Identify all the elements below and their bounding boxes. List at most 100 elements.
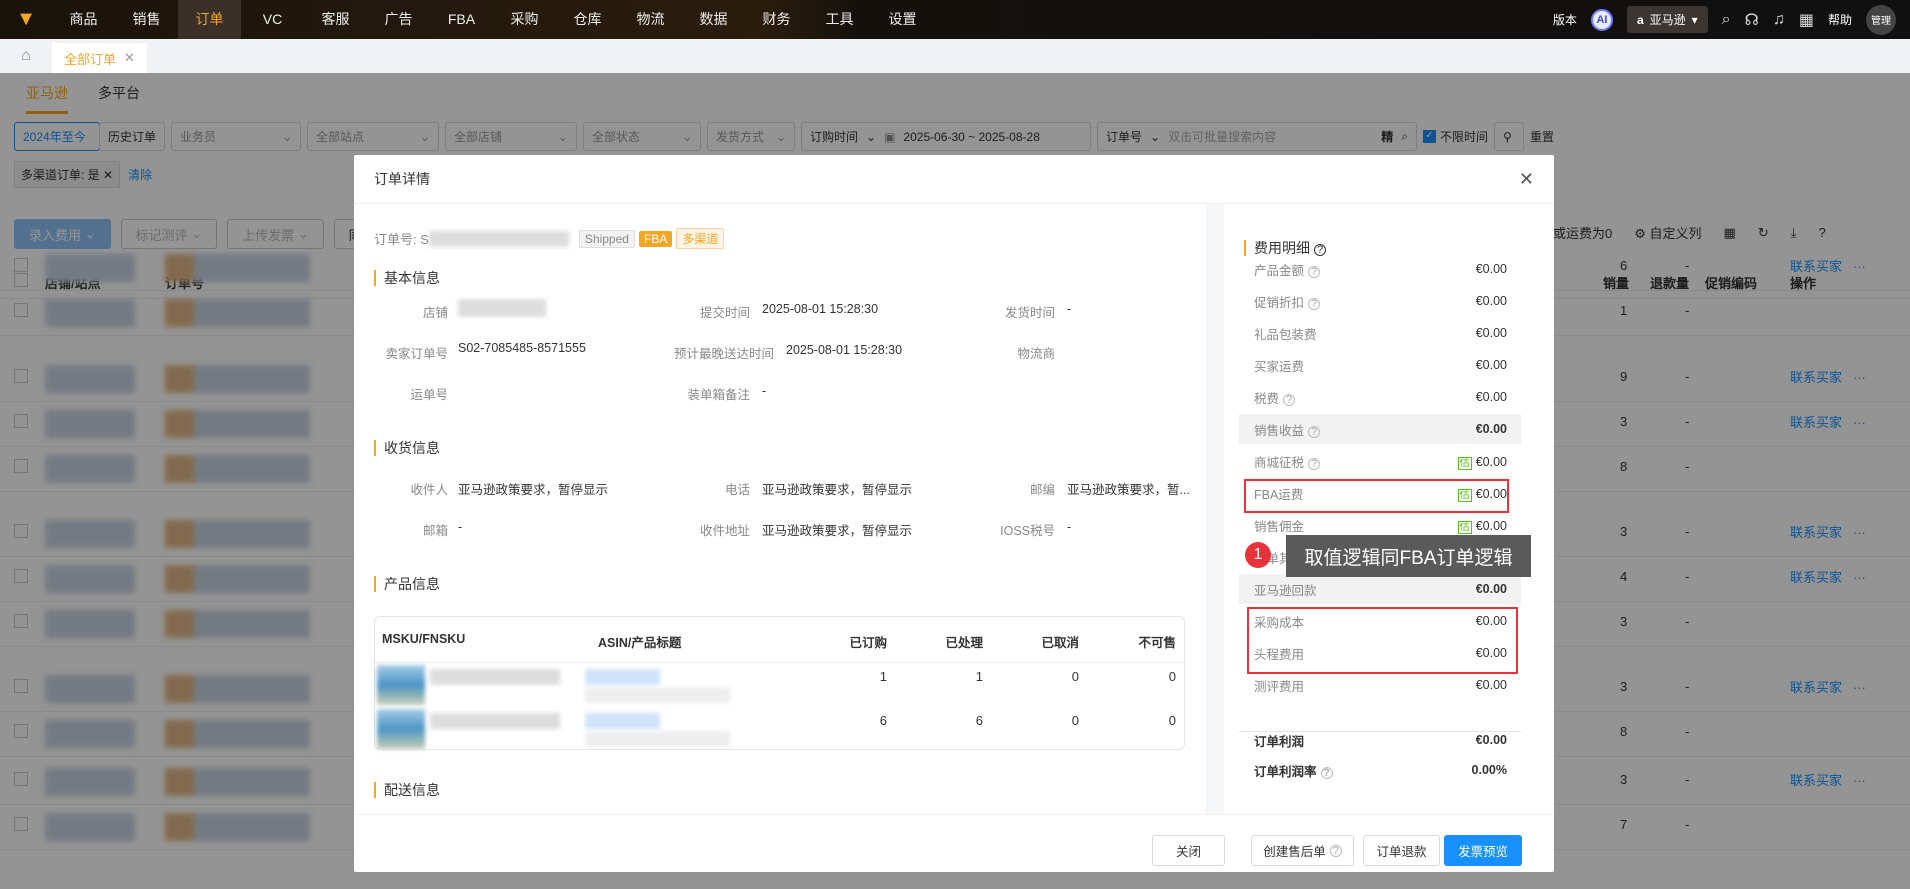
modal-footer: 关闭 创建售后单? 订单退款 发票预览 [354,814,1554,872]
asin-link[interactable] [585,669,660,685]
invoice-preview-button[interactable]: 发票预览 [1444,835,1522,866]
fee-label: 促销折扣 [1254,295,1305,310]
redacted [430,713,560,729]
status-badge: Shipped [578,229,635,248]
logo-icon[interactable]: ▼ [0,0,52,39]
fee-row: 税费? €0.00 [1239,382,1521,412]
qty-cell: 6 [975,713,983,728]
estimate-badge: 估 [1457,456,1472,470]
create-aftersale-button[interactable]: 创建售后单? [1251,835,1354,866]
section-receiver: 收货信息 [374,440,440,456]
fee-label: 产品金额 [1254,263,1305,278]
fee-label: 礼品包装费 [1254,327,1317,342]
nav-item[interactable]: FBA [430,0,493,39]
fee-value: 0.00% [1471,763,1507,777]
fee-value: €0.00 [1475,326,1507,340]
qty-cell: 0 [1071,669,1079,684]
multichannel-badge: 多渠道 [676,228,725,249]
help-icon[interactable]: ? [1308,425,1321,438]
redacted [585,687,730,703]
nav-item[interactable]: 仓库 [556,0,619,39]
fee-value: €0.00 [1475,518,1507,533]
fee-value: €0.00 [1475,454,1507,469]
headset-icon[interactable]: ☊ [1745,10,1759,30]
nav-item[interactable]: 商品 [52,0,115,39]
section-delivery: 配送信息 [374,782,440,798]
fee-value: €0.00 [1475,294,1507,308]
shop-redacted [458,299,546,317]
fee-row: 订单利润率? 0.00% [1239,755,1521,785]
tab-all-orders[interactable]: 全部订单 ✕ [52,43,147,73]
estimate-badge: 估 [1457,520,1472,534]
order-number-label: 订单号: S [374,232,429,247]
bell-icon[interactable]: ♫ [1773,11,1785,29]
divider [1239,731,1521,732]
nav-item[interactable]: 销售 [115,0,178,39]
fee-label: 订单利润率 [1254,764,1317,779]
fee-row: 促销折扣? €0.00 [1239,286,1521,316]
ai-button[interactable]: AI [1590,8,1613,31]
nav-item[interactable]: 工具 [808,0,871,39]
tab-bar: ⌂ 全部订单 ✕ [0,39,1910,73]
fee-label: 销售佣金 [1254,519,1305,534]
fee-value: €0.00 [1475,582,1507,596]
fba-badge: FBA [638,230,673,247]
search-icon[interactable]: ⌕ [1722,11,1731,29]
avatar[interactable]: 管理 [1866,4,1896,35]
apps-icon[interactable]: ▦ [1799,10,1814,30]
product-table: MSKU/FNSKU ASIN/产品标题 已订购 已处理 已取消 不可售 110… [374,616,1185,750]
tab-label: 全部订单 [64,51,117,67]
fee-label: 商城征税 [1254,455,1305,470]
fee-label: 买家运费 [1254,359,1305,374]
nav-item[interactable]: 数据 [682,0,745,39]
fee-label: 销售收益 [1254,423,1305,438]
close-icon[interactable]: ✕ [1519,169,1534,190]
fee-row: 产品金额? €0.00 [1239,254,1521,284]
close-icon[interactable]: ✕ [124,50,135,66]
product-row: 6 6 0 0 [375,707,1184,751]
redacted [430,669,560,685]
qty-cell: 0 [1168,713,1176,728]
nav-item[interactable]: 采购 [493,0,556,39]
scrollbar[interactable] [1206,204,1224,814]
help-icon[interactable]: ? [1320,766,1333,779]
fee-row: 礼品包装费 €0.00 [1239,318,1521,348]
store-label: 亚马逊 [1649,13,1686,27]
nav-item[interactable]: 设置 [871,0,934,39]
qty-cell: 1 [975,669,983,684]
fee-value: €0.00 [1475,733,1507,747]
fee-row: 亚马逊回款 €0.00 [1239,574,1521,604]
help-icon[interactable]: ? [1308,297,1321,310]
fee-value: €0.00 [1475,390,1507,404]
fee-row: 买家运费 €0.00 [1239,350,1521,380]
order-refund-button[interactable]: 订单退款 [1363,835,1440,866]
nav-item[interactable]: 广告 [367,0,430,39]
close-button[interactable]: 关闭 [1152,835,1225,866]
modal-title: 订单详情 [374,171,430,187]
fee-row: 测评费用 €0.00 [1239,670,1521,700]
section-basic: 基本信息 [374,270,440,286]
help-link[interactable]: 帮助 [1828,11,1852,28]
nav-item[interactable]: 客服 [304,0,367,39]
home-icon[interactable]: ⌂ [0,39,52,73]
fee-label: 测评费用 [1254,679,1305,694]
nav-item[interactable]: 物流 [619,0,682,39]
nav-item[interactable]: 财务 [745,0,808,39]
nav-item[interactable]: 订单 [178,0,241,39]
help-icon[interactable]: ? [1283,393,1296,406]
redacted [585,731,730,747]
fee-value: €0.00 [1475,262,1507,276]
store-switcher[interactable]: a 亚马逊 ▾ [1626,6,1708,33]
order-info-panel: 订单号: S Shipped FBA 多渠道 基本信息 店铺 提交时间 2025… [354,204,1206,814]
asin-link[interactable] [585,713,660,729]
highlight-box-fba-fee [1244,479,1509,513]
version-link[interactable]: 版本 [1553,11,1577,28]
order-number-redacted [428,230,569,247]
nav-item[interactable]: VC [241,0,304,39]
help-icon[interactable]: ? [1308,457,1321,470]
fee-label: 订单利润 [1254,734,1305,749]
help-icon[interactable]: ? [1308,265,1321,278]
fee-label: 亚马逊回款 [1254,583,1317,598]
fee-label: 税费 [1254,391,1280,406]
qty-cell: 1 [879,669,887,684]
